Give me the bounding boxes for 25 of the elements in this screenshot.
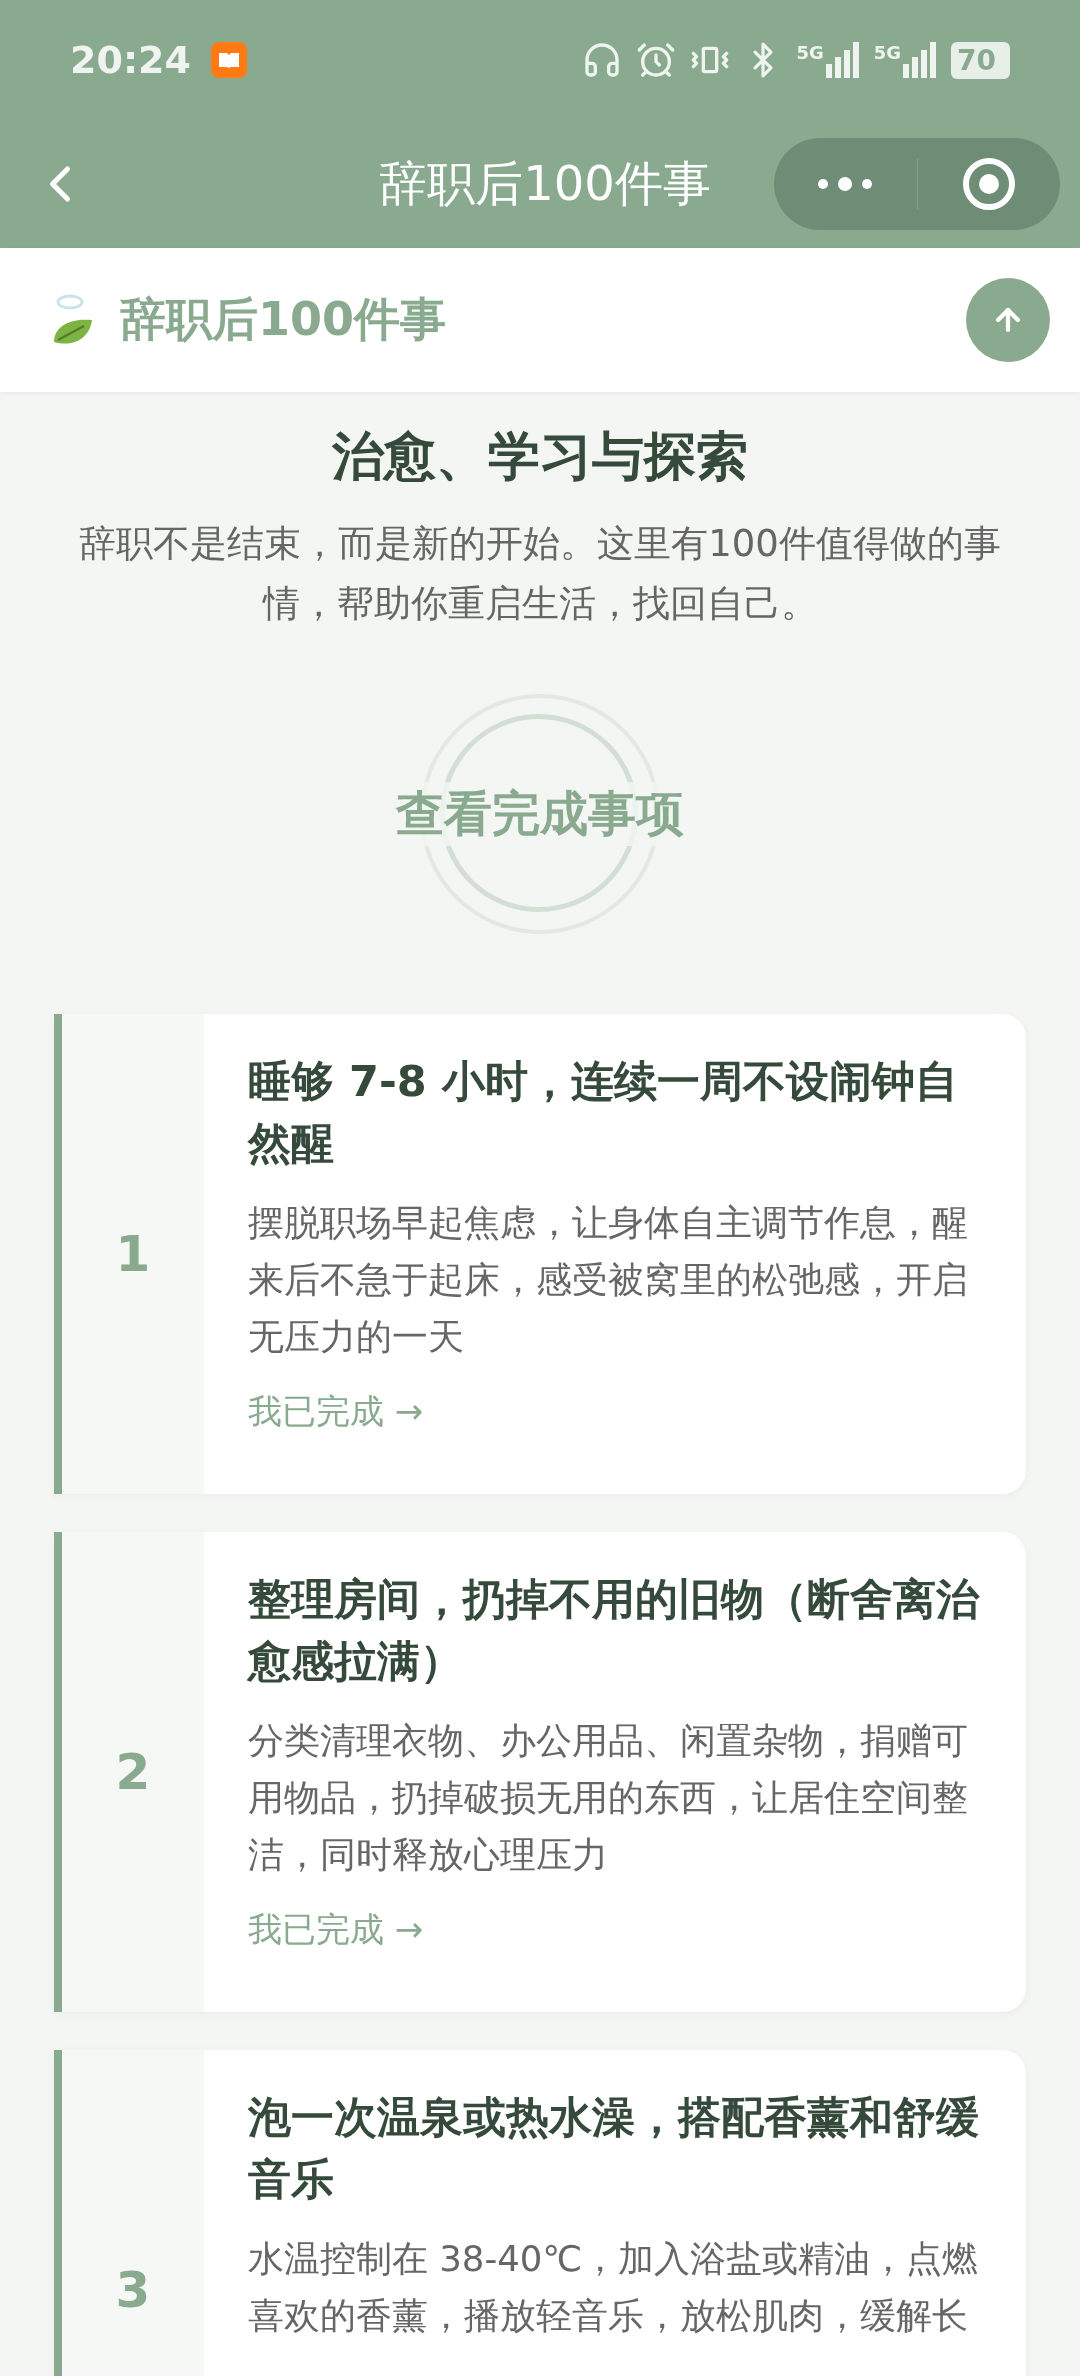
- target-icon: [961, 157, 1016, 211]
- section-subtitle: 辞职不是结束，而是新的开始。这里有100件值得做的事情，帮助你重启生活，找回自己。: [78, 521, 1002, 627]
- complete-link[interactable]: 我已完成 →: [248, 1389, 424, 1435]
- task-number: 3: [115, 2261, 151, 2319]
- section-title: 治愈、学习与探索: [332, 425, 748, 488]
- task-description: 水温控制在 38-40℃，加入浴盐或精油，点燃喜欢的香薰，播放轻音乐，放松肌肉，缓解长: [248, 2237, 980, 2338]
- signal-icon: [825, 42, 860, 78]
- status-time: 20:24: [70, 38, 191, 82]
- nav-title: 辞职后100件事: [379, 154, 711, 213]
- network-label: 5G: [796, 42, 824, 63]
- task-title: 睡够 7-8 小时，连续一周不设闹钟自然醒: [248, 1055, 959, 1170]
- task-description: 分类清理衣物、办公用品、闲置杂物，捐赠可用物品，扔掉破损无用的东西，让居住空间整洁，同时释放心理压力: [248, 1719, 969, 1877]
- book-icon: [210, 42, 247, 78]
- task-description: 摆脱职场早起焦虑，让身体自主调节作息，醒来后不急于起床，感受被窝里的松弛感，开启无压力的一天: [248, 1201, 969, 1359]
- task-number: 2: [115, 1743, 151, 1801]
- network-label: 5G: [873, 42, 902, 63]
- task-title: 泡一次温泉或热水澡，搭配香薰和舒缓音乐: [248, 2091, 980, 2206]
- alarm-icon: [636, 40, 677, 80]
- battery-level: 70: [951, 41, 1010, 79]
- view-completed-button[interactable]: 查看完成事项: [380, 694, 700, 934]
- task-number: 1: [115, 1225, 151, 1283]
- complete-link[interactable]: 我已完成 →: [248, 1907, 424, 1953]
- app-title: 辞职后100件事: [120, 291, 447, 348]
- task-title: 整理房间，扔掉不用的旧物（断舍离治愈感拉满）: [248, 1573, 981, 1688]
- signal-icon: [903, 42, 938, 78]
